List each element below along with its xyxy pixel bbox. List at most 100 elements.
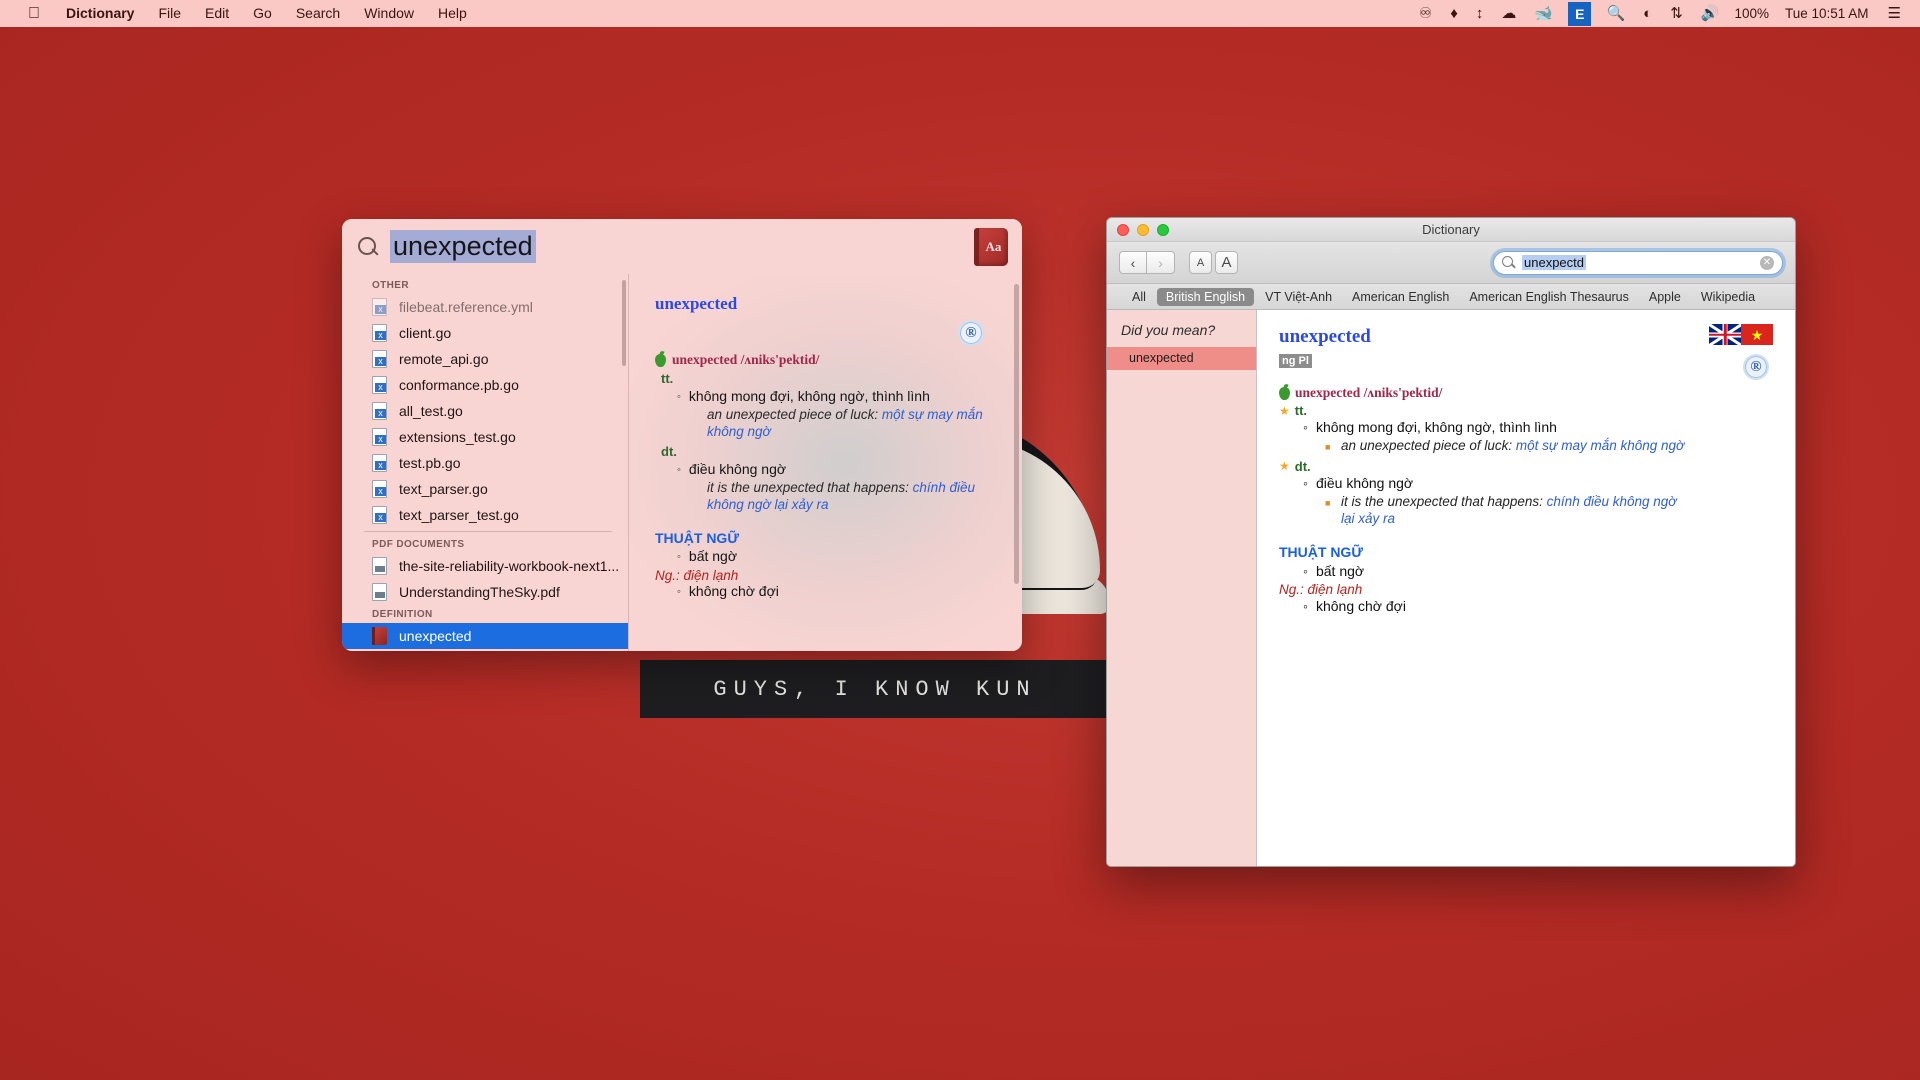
list-item[interactable]: UnderstandingTheSky.pdf — [342, 579, 628, 605]
entry-title: unexpected — [1279, 326, 1773, 348]
dictionary-window[interactable]: Dictionary ‹ › A A unexpectd ✕ All Briti… — [1106, 217, 1796, 867]
tab-apple[interactable]: Apple — [1640, 288, 1690, 306]
spotlight-preview-pane: unexpected ® unexpected /ʌniks'pektid/ t… — [629, 274, 1022, 651]
tab-vt-viet-anh[interactable]: VT Việt-Anh — [1256, 288, 1341, 306]
dictionary-source-tabs[interactable]: All British English VT Việt-Anh American… — [1107, 284, 1795, 310]
tab-american-english-thesaurus[interactable]: American English Thesaurus — [1460, 288, 1638, 306]
window-titlebar[interactable]: Dictionary — [1107, 218, 1795, 242]
example-line: ■ an unexpected piece of luck: một sự ma… — [1325, 437, 1773, 457]
decrease-font-button[interactable]: A — [1189, 251, 1212, 274]
dictionary-search-field[interactable]: unexpectd ✕ — [1493, 251, 1783, 275]
forward-button[interactable]: › — [1147, 251, 1175, 274]
spotlight-results-list[interactable]: OTHER filebeat.reference.yml client.go r… — [342, 274, 629, 651]
wallpaper-banner-text: GUYS, I KNOW KUN — [640, 660, 1110, 718]
list-item[interactable]: remote_api.go — [342, 346, 628, 372]
spotlight-panel[interactable]: unexpected Aa OTHER filebeat.reference.y… — [342, 219, 1022, 651]
list-item[interactable]: conformance.pb.go — [342, 372, 628, 398]
part-of-speech-row: ★ dt. — [1279, 459, 1773, 474]
cloud-icon[interactable]: ☁ — [1492, 0, 1525, 27]
list-item-label: the-site-reliability-workbook-next1... — [399, 558, 619, 574]
example-vi: một sự may mắn không ngờ — [1516, 438, 1684, 453]
spotlight-search-row[interactable]: unexpected Aa — [342, 219, 1022, 274]
tab-all[interactable]: All — [1123, 288, 1155, 306]
network-activity-icon[interactable]: ↕ — [1467, 0, 1493, 27]
bullet-icon: ◦ — [677, 548, 681, 567]
preview-scrollbar[interactable] — [1014, 284, 1019, 584]
go-file-icon — [372, 428, 387, 446]
part-of-speech-row: ★ tt. — [1279, 403, 1773, 418]
list-item[interactable]: test.pb.go — [342, 450, 628, 476]
search-input-value[interactable]: unexpectd — [1522, 255, 1586, 270]
preview-headword-row: unexpected /ʌniks'pektid/ — [655, 352, 996, 368]
list-item-label: text_parser.go — [399, 481, 488, 497]
example-line: ■ it is the unexpected that happens: chí… — [1325, 493, 1685, 528]
menu-item-window[interactable]: Window — [352, 0, 426, 27]
list-item[interactable]: extensions_test.go — [342, 424, 628, 450]
preview-headword: unexpected /ʌniks'pektid/ — [672, 352, 819, 368]
font-size-buttons[interactable]: A A — [1189, 251, 1238, 274]
sense-text: điều không ngờ — [1316, 474, 1413, 493]
list-item[interactable]: filebeat.reference.yml — [342, 294, 628, 320]
bullet-icon: ◦ — [677, 388, 681, 407]
source-note: Ng.: điện lạnh — [1279, 582, 1773, 597]
list-item-selected[interactable]: unexpected — [342, 623, 628, 649]
increase-font-button[interactable]: A — [1215, 251, 1238, 274]
list-item[interactable]: text_parser.go — [342, 476, 628, 502]
menubar-clock[interactable]: Tue 10:51 AM — [1775, 0, 1879, 27]
square-bullet-icon: ■ — [1325, 493, 1333, 528]
spotlight-search-input[interactable]: unexpected — [390, 230, 536, 263]
apple-logo-icon[interactable]:  — [14, 0, 54, 27]
list-item-label: extensions_test.go — [399, 429, 516, 445]
dropbox-icon[interactable]: ♦ — [1441, 0, 1467, 27]
entry-headword-row: unexpected /ʌniks'pektid/ — [1279, 385, 1773, 401]
did-you-mean-sidebar[interactable]: Did you mean? unexpected — [1107, 310, 1257, 866]
docker-icon[interactable]: 🐋 — [1525, 0, 1562, 27]
show-all-in-finder-item[interactable]: Show all in Finder... — [342, 649, 628, 651]
list-item[interactable]: text_parser_test.go — [342, 502, 628, 528]
clear-icon[interactable]: ✕ — [1760, 256, 1774, 270]
control-center-icon[interactable]: ☰ — [1879, 0, 1910, 27]
window-toolbar[interactable]: ‹ › A A unexpectd ✕ — [1107, 242, 1795, 284]
bluetooth-icon[interactable]: ⇅ — [1661, 0, 1692, 27]
go-file-icon — [372, 506, 387, 524]
list-item-label: unexpected — [399, 628, 471, 644]
menu-bar:  Dictionary File Edit Go Search Window … — [0, 0, 1920, 27]
result-group-label: PDF DOCUMENTS — [342, 535, 628, 553]
menu-item-file[interactable]: File — [146, 0, 193, 27]
list-item-label: test.pb.go — [399, 455, 461, 471]
list-item-label: filebeat.reference.yml — [399, 299, 533, 315]
list-item-label: conformance.pb.go — [399, 377, 519, 393]
list-item-label: text_parser_test.go — [399, 507, 519, 523]
menu-item-help[interactable]: Help — [426, 0, 479, 27]
square-bullet-icon: ■ — [1325, 437, 1333, 457]
bullet-icon: ◦ — [1303, 474, 1308, 493]
divider — [364, 531, 612, 532]
battery-percentage: 100% — [1728, 0, 1775, 27]
spotlight-icon[interactable]: 🔍 — [1597, 0, 1634, 27]
tab-american-english[interactable]: American English — [1343, 288, 1458, 306]
volume-icon[interactable]: 🔊 — [1692, 0, 1729, 27]
list-item-label: all_test.go — [399, 403, 463, 419]
creative-cloud-icon[interactable]: ♾ — [1410, 0, 1441, 27]
vietnam-flag-icon: ★ — [1741, 324, 1773, 345]
list-item[interactable]: the-site-reliability-workbook-next1... — [342, 553, 628, 579]
back-button[interactable]: ‹ — [1119, 251, 1147, 274]
entry-headword: unexpected /ʌniks'pektid/ — [1295, 385, 1442, 401]
window-title: Dictionary — [1107, 222, 1795, 237]
menu-item-dictionary[interactable]: Dictionary — [54, 0, 146, 27]
wifi-icon[interactable]: ◐ — [1634, 0, 1661, 27]
list-item[interactable]: all_test.go — [342, 398, 628, 424]
tab-wikipedia[interactable]: Wikipedia — [1692, 288, 1764, 306]
go-file-icon — [372, 324, 387, 342]
suggestion-item[interactable]: unexpected — [1107, 347, 1256, 370]
navigation-buttons[interactable]: ‹ › — [1119, 251, 1175, 274]
input-source-badge[interactable]: E — [1568, 2, 1591, 26]
menu-item-search[interactable]: Search — [284, 0, 352, 27]
results-scrollbar[interactable] — [622, 280, 626, 366]
tab-british-english[interactable]: British English — [1157, 288, 1254, 306]
list-item[interactable]: client.go — [342, 320, 628, 346]
menu-item-edit[interactable]: Edit — [193, 0, 241, 27]
part-of-speech: tt. — [1295, 403, 1307, 418]
pdf-file-icon — [372, 583, 387, 601]
menu-item-go[interactable]: Go — [241, 0, 284, 27]
